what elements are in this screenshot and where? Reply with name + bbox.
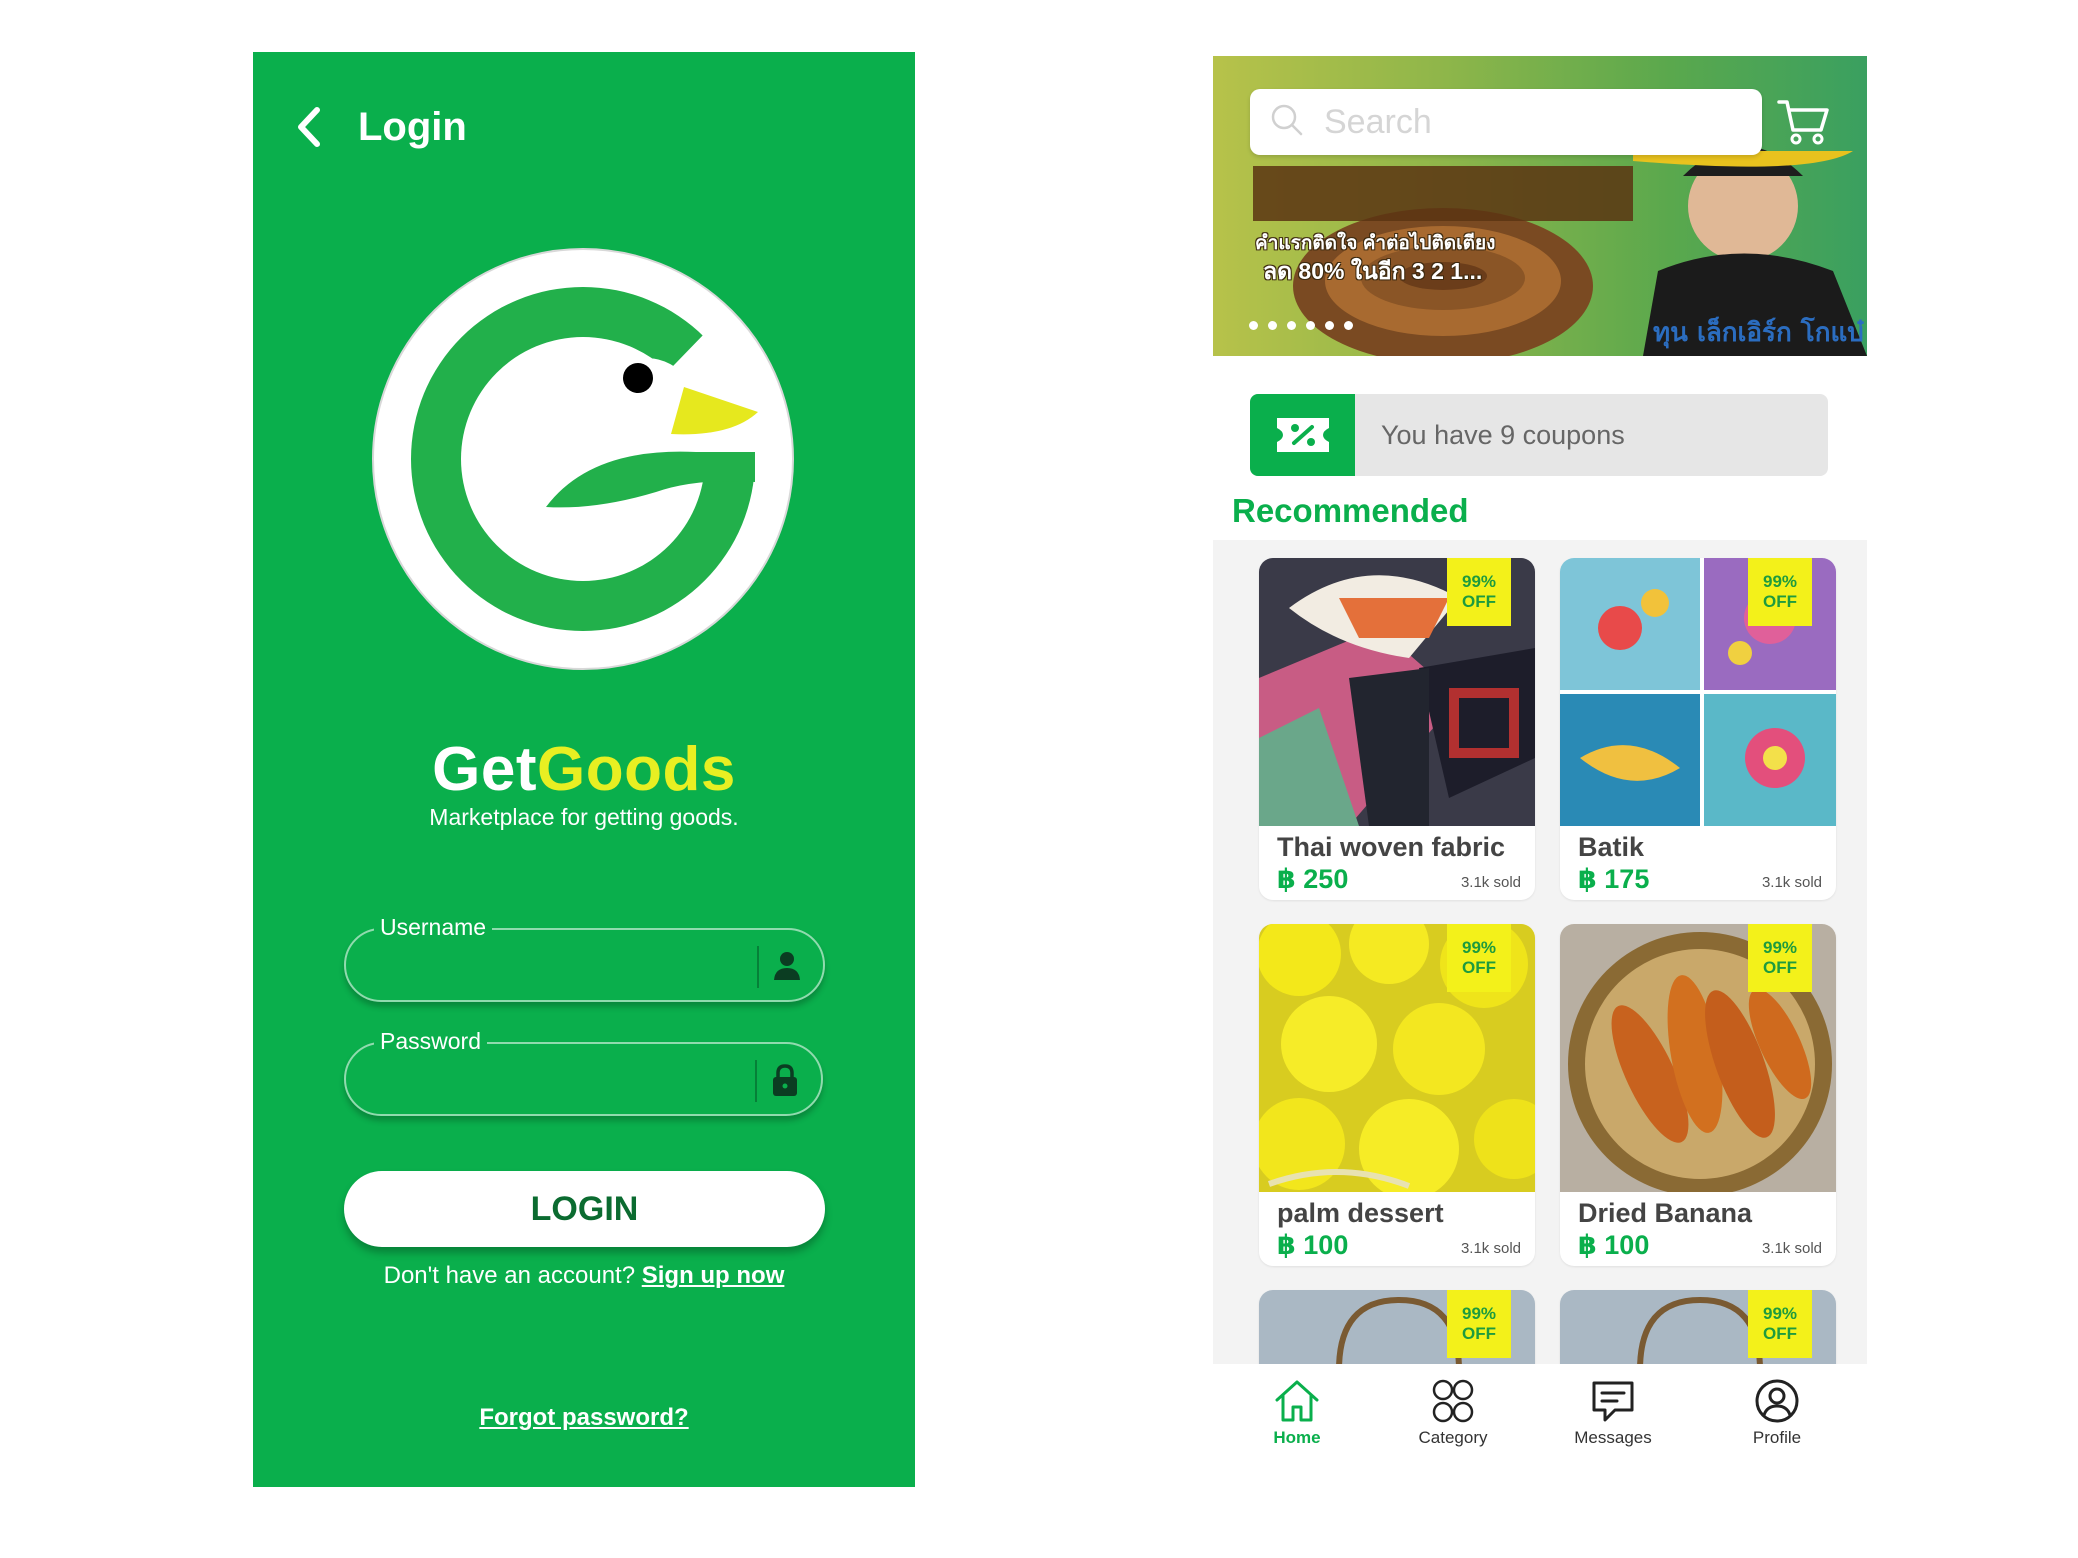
badge-percent: 99%: [1762, 1304, 1798, 1323]
discount-badge: 99% OFF: [1447, 924, 1511, 992]
password-field[interactable]: Password: [344, 1025, 823, 1116]
coupon-icon: [1250, 394, 1355, 476]
discount-badge: 99% OFF: [1748, 924, 1812, 992]
product-price: ฿ 100: [1277, 1230, 1349, 1260]
category-icon: [1393, 1378, 1513, 1424]
signup-prompt: Don't have an account?: [383, 1262, 636, 1289]
carousel-dot[interactable]: [1268, 321, 1277, 330]
login-header: Login: [293, 100, 467, 154]
discount-badge: 99% OFF: [1447, 1290, 1511, 1358]
password-label: Password: [374, 1025, 487, 1057]
badge-off: OFF: [1763, 592, 1797, 611]
nav-item-category[interactable]: Category: [1393, 1378, 1513, 1448]
getgoods-logo: [366, 242, 801, 677]
product-price: ฿ 250: [1277, 864, 1349, 894]
product-name: palm dessert: [1277, 1198, 1444, 1228]
nav-item-profile[interactable]: Profile: [1717, 1378, 1837, 1448]
product-card[interactable]: 99% OFF palm dessert ฿ 100 3.1k sold: [1259, 924, 1535, 1266]
product-sold: 3.1k sold: [1460, 1240, 1521, 1257]
nav-label: Category: [1418, 1428, 1488, 1447]
product-sold: 3.1k sold: [1761, 874, 1822, 891]
signup-link[interactable]: Sign up now: [642, 1262, 785, 1289]
badge-percent: 99%: [1461, 1304, 1497, 1323]
page-title: Login: [358, 104, 467, 149]
brand-name-goods: Goods: [537, 735, 736, 804]
brand-name: GetGoods: [253, 734, 915, 805]
carousel-dots: [1249, 321, 1353, 330]
badge-percent: 99%: [1461, 938, 1497, 957]
product-card[interactable]: 99% OFF: [1560, 1290, 1836, 1364]
product-card[interactable]: 99% OFF: [1259, 1290, 1535, 1364]
nav-item-messages[interactable]: Messages: [1553, 1378, 1673, 1448]
banner-line2: ลด 80% ในอีก 3 2 1...: [1263, 258, 1483, 284]
product-card[interactable]: 99% OFF Dried Banana ฿ 100 3.1k sold: [1560, 924, 1836, 1266]
product-name: Thai woven fabric: [1277, 832, 1506, 862]
badge-off: OFF: [1462, 958, 1496, 977]
tagline: Marketplace for getting goods.: [429, 804, 739, 830]
section-title-recommended: Recommended: [1232, 492, 1469, 529]
cart-icon[interactable]: [1775, 94, 1831, 148]
product-card[interactable]: 99% OFF Thai woven fabric ฿ 250 3.1k sol…: [1259, 558, 1535, 900]
badge-percent: 99%: [1762, 938, 1798, 957]
discount-badge: 99% OFF: [1748, 1290, 1812, 1358]
badge-off: OFF: [1763, 958, 1797, 977]
signup-row: Don't have an account? Sign up now: [253, 1262, 915, 1290]
discount-badge: 99% OFF: [1447, 558, 1511, 626]
search-input[interactable]: [1324, 102, 1724, 142]
carousel-dot[interactable]: [1306, 321, 1315, 330]
badge-percent: 99%: [1461, 572, 1497, 591]
user-icon: [769, 948, 805, 984]
messages-icon: [1553, 1378, 1673, 1424]
username-label: Username: [374, 911, 493, 943]
lock-icon: [767, 1062, 803, 1098]
profile-icon: [1717, 1378, 1837, 1424]
chevron-left-icon[interactable]: [293, 100, 333, 154]
badge-off: OFF: [1462, 592, 1496, 611]
bottom-nav: Home Category Messages Profile: [1213, 1364, 1867, 1456]
product-card[interactable]: 99% OFF Batik ฿ 175 3.1k sold: [1560, 558, 1836, 900]
login-button[interactable]: LOGIN: [344, 1171, 825, 1247]
badge-off: OFF: [1763, 1324, 1797, 1343]
badge-off: OFF: [1462, 1324, 1496, 1343]
product-name: Dried Banana: [1578, 1198, 1753, 1228]
field-divider: [757, 946, 759, 988]
forgot-password-link[interactable]: Forgot password?: [479, 1404, 688, 1431]
product-grid: 99% OFF Thai woven fabric ฿ 250 3.1k sol…: [1213, 540, 1867, 1364]
carousel-dot[interactable]: [1287, 321, 1296, 330]
username-field[interactable]: Username: [344, 911, 825, 1002]
promo-banner[interactable]: ทุน เล็กเอิร์ก โกแบ๋ เม่เจียง คำแรกติดใจ…: [1213, 56, 1867, 356]
home-screen: ทุน เล็กเอิร์ก โกแบ๋ เม่เจียง คำแรกติดใจ…: [1213, 56, 1867, 1456]
nav-label: Home: [1273, 1428, 1321, 1447]
carousel-dot[interactable]: [1344, 321, 1353, 330]
product-name: Batik: [1578, 832, 1645, 862]
badge-percent: 99%: [1762, 572, 1798, 591]
discount-badge: 99% OFF: [1748, 558, 1812, 626]
product-sold: 3.1k sold: [1761, 1240, 1822, 1257]
carousel-dot[interactable]: [1249, 321, 1258, 330]
nav-label: Profile: [1752, 1428, 1802, 1447]
nav-item-home[interactable]: Home: [1237, 1378, 1357, 1448]
forgot-password-row: Forgot password?: [253, 1404, 915, 1432]
product-price: ฿ 175: [1578, 864, 1650, 894]
svg-text:ทุน เล็กเอิร์ก โกแบ๋ เม่เจียง: ทุน เล็กเอิร์ก โกแบ๋ เม่เจียง: [1653, 316, 1867, 349]
search-bar[interactable]: [1250, 89, 1762, 155]
carousel-dot[interactable]: [1325, 321, 1334, 330]
product-price: ฿ 100: [1578, 1230, 1650, 1260]
home-icon: [1237, 1378, 1357, 1424]
search-icon: [1270, 103, 1304, 142]
brand-name-get: Get: [432, 735, 538, 804]
product-sold: 3.1k sold: [1460, 874, 1521, 891]
nav-label: Messages: [1574, 1428, 1652, 1447]
coupon-text: You have 9 coupons: [1381, 419, 1625, 450]
coupon-bar[interactable]: You have 9 coupons: [1250, 394, 1828, 476]
login-screen: Login GetGoods Marketplace for getting g…: [253, 52, 915, 1487]
field-divider: [755, 1060, 757, 1102]
